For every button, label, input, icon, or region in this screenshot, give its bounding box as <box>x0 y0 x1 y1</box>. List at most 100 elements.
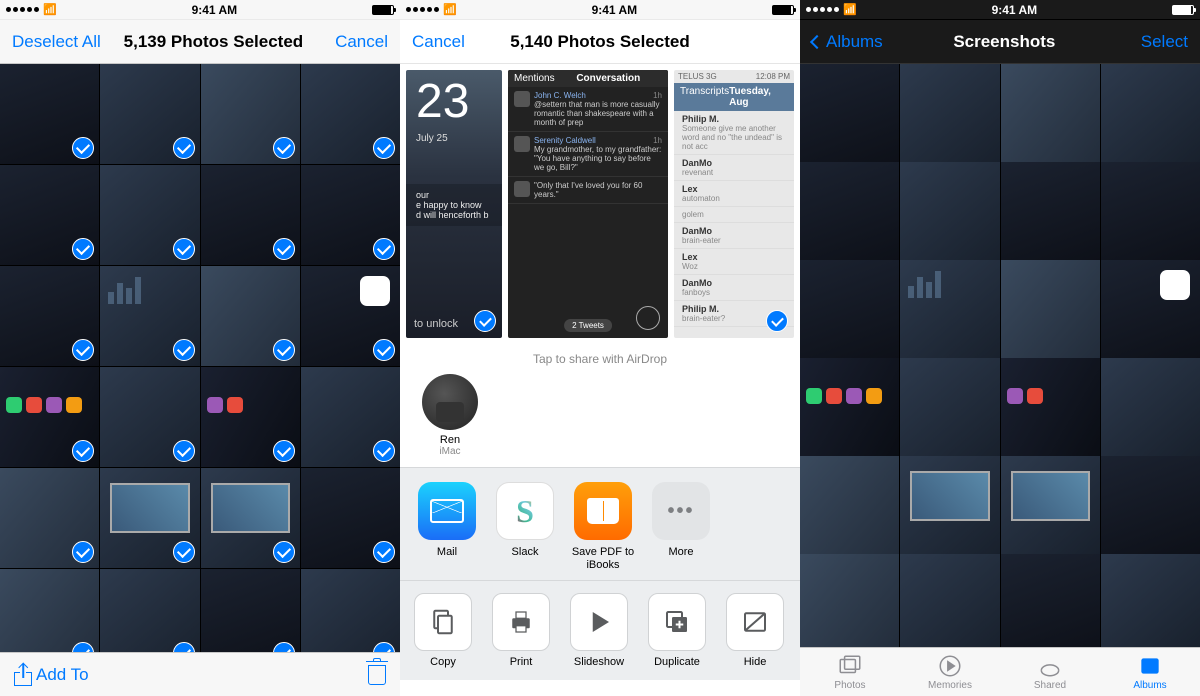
photo-thumb[interactable] <box>301 165 400 265</box>
share-app-mail[interactable]: Mail <box>410 482 484 572</box>
mail-icon <box>418 482 476 540</box>
selected-check-icon <box>173 339 195 361</box>
tab-shared[interactable]: Shared <box>1000 653 1100 691</box>
selected-check-icon <box>72 440 94 462</box>
photo-thumb[interactable] <box>301 64 400 164</box>
photo-thumb[interactable] <box>1101 554 1200 647</box>
status-time: 9:41 AM <box>192 3 238 17</box>
cancel-button[interactable]: Cancel <box>408 32 469 52</box>
photo-thumb[interactable] <box>301 367 400 467</box>
photo-thumb[interactable] <box>1101 260 1200 360</box>
trash-icon[interactable] <box>368 665 386 685</box>
selected-check-icon <box>373 642 395 652</box>
photo-thumb[interactable] <box>1101 64 1200 164</box>
play-icon <box>570 593 628 651</box>
photo-thumb[interactable] <box>800 554 899 647</box>
photo-thumb[interactable] <box>201 468 300 568</box>
photo-thumb[interactable] <box>301 468 400 568</box>
photo-thumb[interactable] <box>0 266 99 366</box>
share-icon[interactable] <box>14 664 32 686</box>
photo-thumb[interactable] <box>900 456 999 556</box>
photo-thumb[interactable] <box>1001 358 1100 458</box>
photo-thumb[interactable] <box>1001 260 1100 360</box>
action-copy[interactable]: Copy <box>408 593 478 668</box>
status-time: 9:41 AM <box>992 3 1038 17</box>
photo-thumb[interactable] <box>1001 162 1100 262</box>
photo-grid[interactable] <box>800 64 1200 647</box>
share-actions-row[interactable]: Copy Print Slideshow Duplicate <box>400 581 800 680</box>
photo-thumb[interactable] <box>1001 554 1100 647</box>
photo-thumb[interactable] <box>301 266 400 366</box>
photo-thumb[interactable] <box>800 64 899 164</box>
select-button[interactable]: Select <box>1137 32 1192 52</box>
photo-thumb[interactable] <box>100 367 199 467</box>
photo-thumb[interactable] <box>201 569 300 652</box>
photo-thumb[interactable] <box>201 64 300 164</box>
photo-thumb[interactable] <box>0 367 99 467</box>
photo-thumb[interactable] <box>800 162 899 262</box>
photo-thumb[interactable] <box>900 358 999 458</box>
photo-thumb[interactable] <box>1101 456 1200 556</box>
selected-check-icon <box>273 440 295 462</box>
tab-memories[interactable]: Memories <box>900 653 1000 691</box>
photo-thumb[interactable] <box>100 569 199 652</box>
share-app-ibooks[interactable]: Save PDF to iBooks <box>566 482 640 572</box>
photo-thumb[interactable] <box>900 64 999 164</box>
airdrop-contact[interactable]: Ren iMac <box>416 374 484 457</box>
share-thumb-transcripts[interactable]: TELUS 3G 12:08 PM Transcripts Tuesday, A… <box>674 70 794 338</box>
screen-album: 📶 9:41 AM Albums Screenshots Select <box>800 0 1200 696</box>
selected-check-icon <box>766 310 788 332</box>
share-apps-row[interactable]: Mail S Slack Save PDF to iBooks ••• More <box>400 467 800 581</box>
photo-thumb[interactable] <box>100 468 199 568</box>
photo-thumb[interactable] <box>900 554 999 647</box>
photo-thumb[interactable] <box>0 468 99 568</box>
photo-thumb[interactable] <box>1101 162 1200 262</box>
photo-thumb[interactable] <box>100 165 199 265</box>
nav-bar: Albums Screenshots Select <box>800 20 1200 64</box>
photo-thumb[interactable] <box>201 367 300 467</box>
status-bar: 📶 9:41 AM <box>400 0 800 20</box>
photo-thumb[interactable] <box>900 162 999 262</box>
albums-tab-icon <box>1100 653 1200 679</box>
photo-thumb[interactable] <box>800 358 899 458</box>
action-hide[interactable]: Hide <box>720 593 790 668</box>
share-thumbnails[interactable]: 23 July 25 our e happy to know d will he… <box>400 64 800 344</box>
photo-thumb[interactable] <box>0 569 99 652</box>
photo-thumb[interactable] <box>201 165 300 265</box>
photo-thumb[interactable] <box>1001 64 1100 164</box>
slide-to-unlock: to unlock <box>414 318 458 330</box>
photo-thumb[interactable] <box>0 165 99 265</box>
back-button[interactable]: Albums <box>808 32 887 52</box>
deselect-all-button[interactable]: Deselect All <box>8 32 105 52</box>
photo-thumb[interactable] <box>800 260 899 360</box>
photo-grid[interactable] <box>0 64 400 652</box>
photo-thumb[interactable] <box>100 266 199 366</box>
photo-thumb[interactable] <box>1101 358 1200 458</box>
share-thumb-lockscreen[interactable]: 23 July 25 our e happy to know d will he… <box>406 70 502 338</box>
photo-thumb[interactable] <box>900 260 999 360</box>
photo-thumb[interactable] <box>800 456 899 556</box>
wifi-icon: 📶 <box>43 3 57 16</box>
photo-thumb[interactable] <box>100 64 199 164</box>
add-to-button[interactable]: Add To <box>32 665 368 685</box>
copy-icon <box>414 593 472 651</box>
battery-icon <box>372 5 394 15</box>
action-duplicate[interactable]: Duplicate <box>642 593 712 668</box>
action-print[interactable]: Print <box>486 593 556 668</box>
share-app-more[interactable]: ••• More <box>644 482 718 572</box>
selected-check-icon <box>273 642 295 652</box>
photo-thumb[interactable] <box>301 569 400 652</box>
tab-photos[interactable]: Photos <box>800 653 900 691</box>
selected-check-icon <box>72 541 94 563</box>
tab-albums[interactable]: Albums <box>1100 653 1200 691</box>
action-slideshow[interactable]: Slideshow <box>564 593 634 668</box>
share-app-slack[interactable]: S Slack <box>488 482 562 572</box>
photo-thumb[interactable] <box>0 64 99 164</box>
cancel-button[interactable]: Cancel <box>331 32 392 52</box>
nav-title: 5,139 Photos Selected <box>105 32 322 52</box>
photo-thumb[interactable] <box>1001 456 1100 556</box>
selected-check-icon <box>373 238 395 260</box>
share-thumb-conversation[interactable]: Mentions Conversation John C. Welch 1h@s… <box>508 70 668 338</box>
photo-thumb[interactable] <box>201 266 300 366</box>
selected-check-icon <box>173 541 195 563</box>
